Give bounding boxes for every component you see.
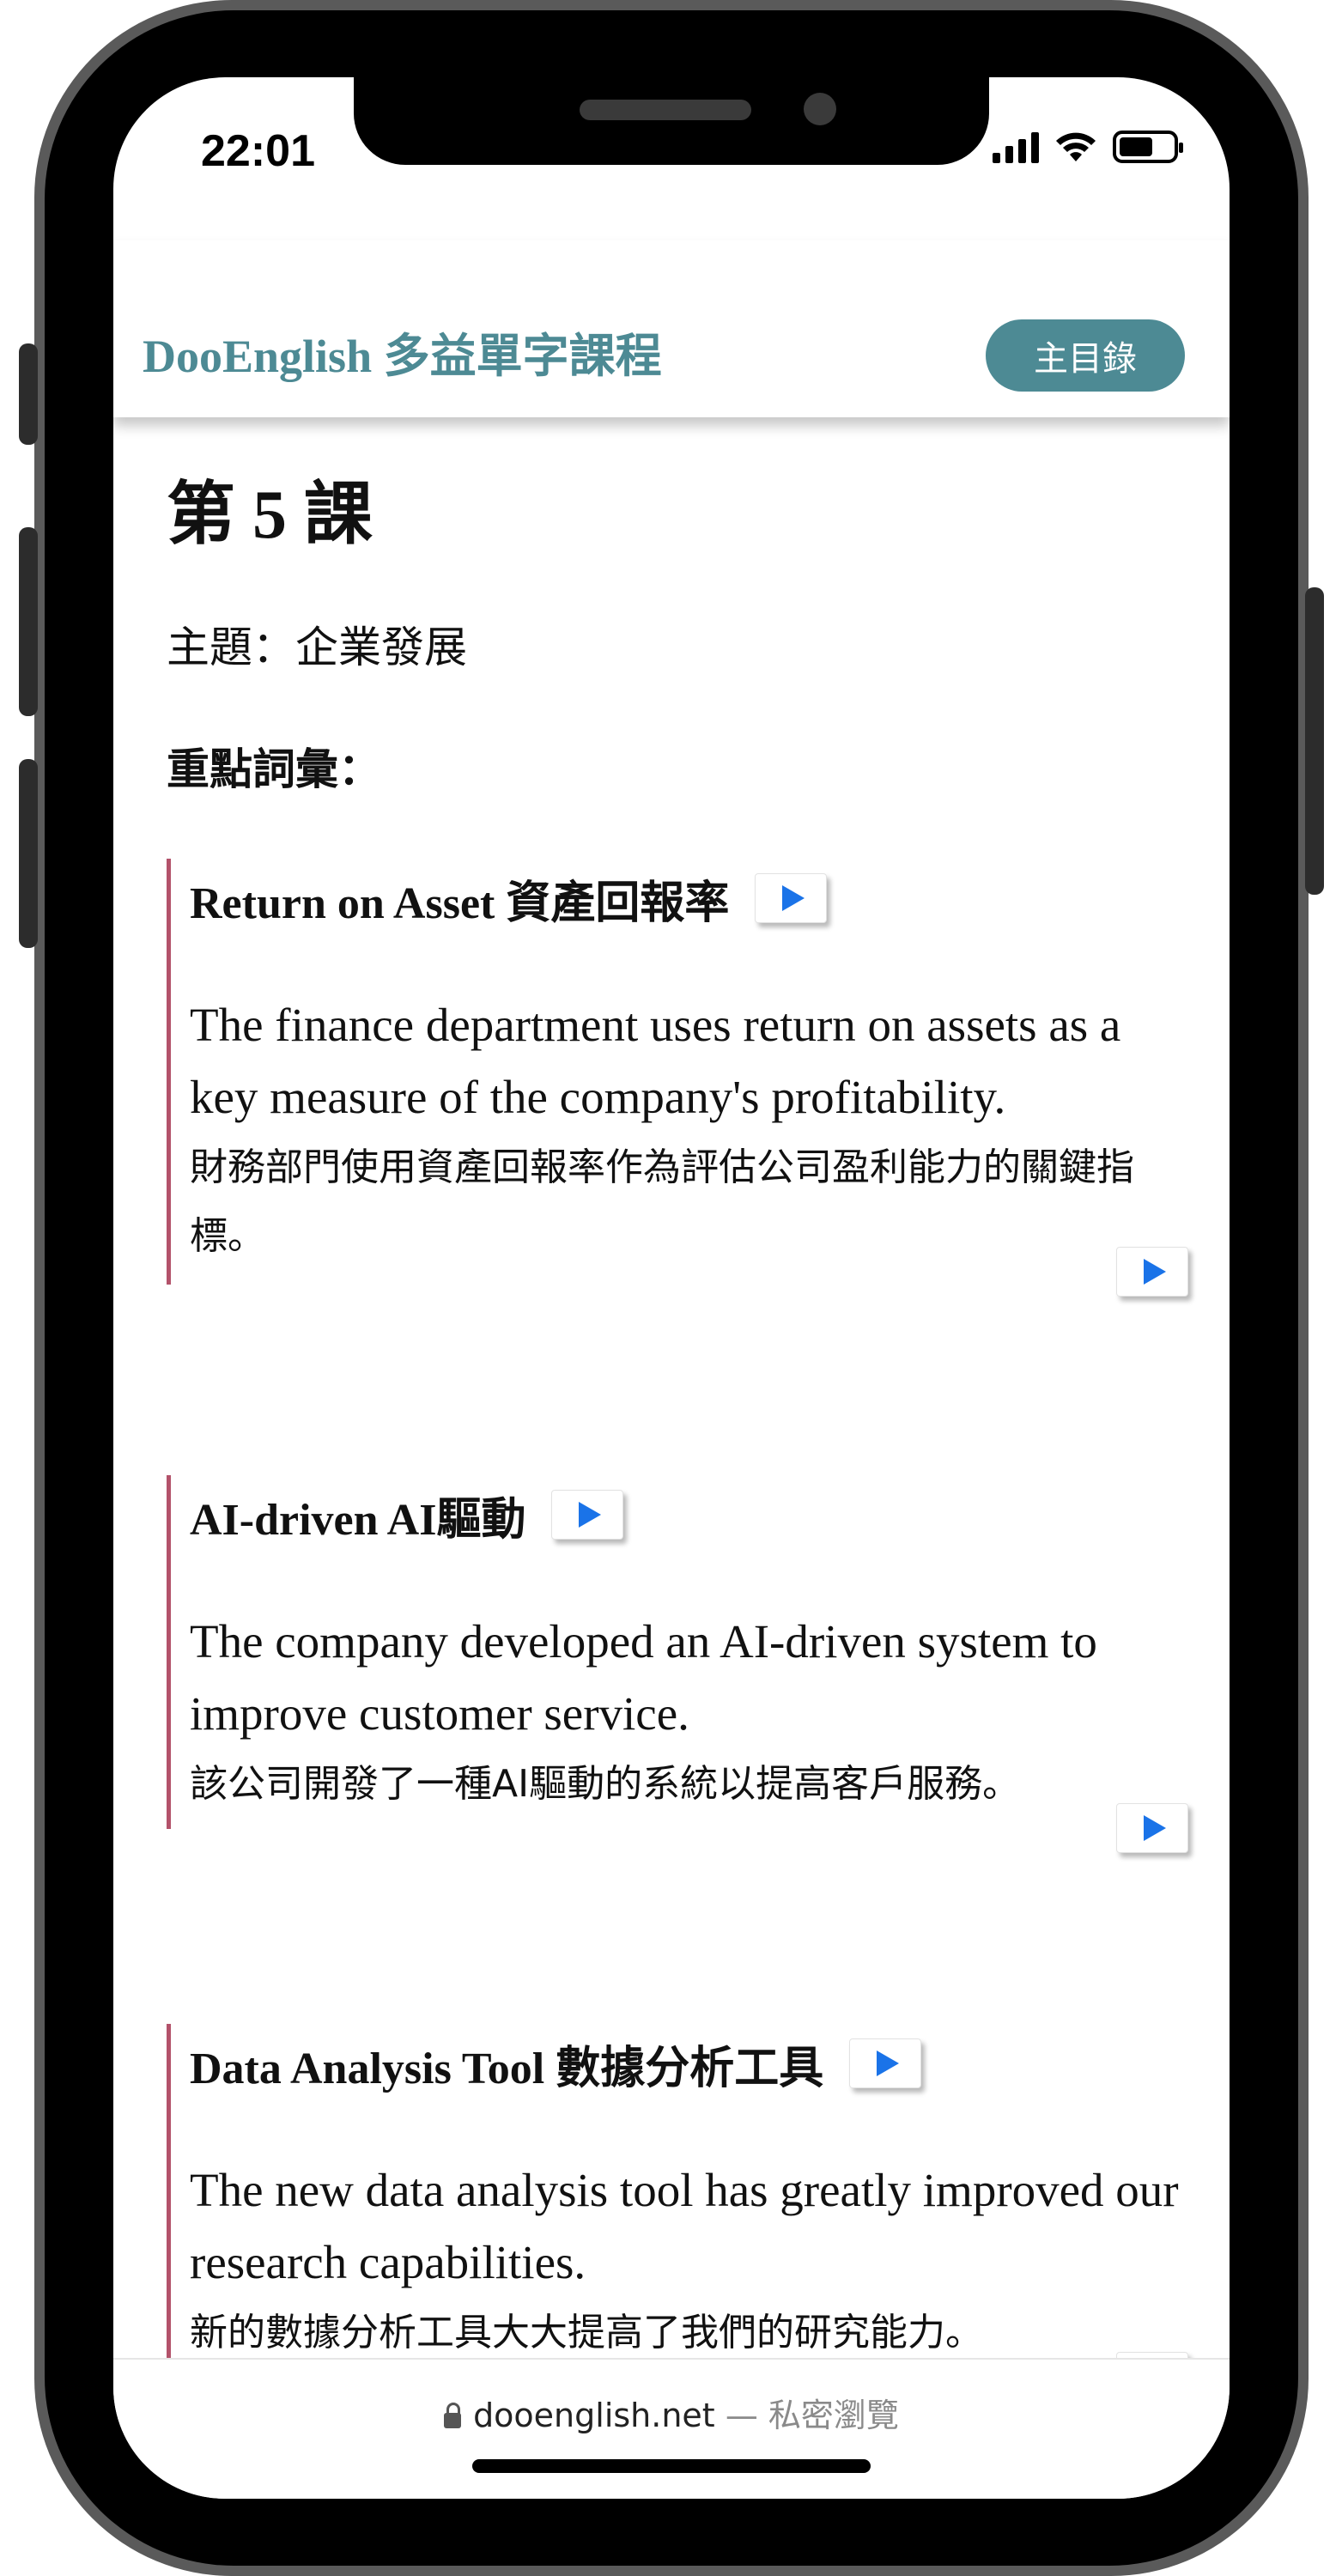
speaker-grille [580, 100, 751, 120]
url-separator: — [725, 2397, 758, 2434]
sentence-play-button[interactable] [1116, 1803, 1188, 1853]
vocab-term-row: Return on Asset 資產回報率 [190, 859, 1188, 938]
vocab-term: Return on Asset 資產回報率 [190, 878, 730, 928]
phone-screen: 22:01 DooEnglish 多益單字課程 主目錄 第 5 課 主題：企業發… [113, 77, 1230, 2499]
play-icon [1144, 1815, 1166, 1841]
example-sentence-en: The finance department uses return on as… [190, 999, 1121, 1123]
term-play-button[interactable] [755, 873, 828, 923]
volume-up-button [19, 527, 38, 716]
vocab-item: AI-driven AI驅動 The company developed an … [167, 1475, 1188, 1853]
vocab-term: AI-driven AI驅動 [190, 1495, 526, 1545]
play-icon [877, 2050, 900, 2076]
status-time: 22:01 [201, 126, 315, 176]
example-sentence-en: The company developed an AI-driven syste… [190, 1615, 1097, 1740]
example-sentence-en: The new data analysis tool has greatly i… [190, 2164, 1179, 2288]
address-bar[interactable]: dooenglish.net — 私密瀏覽 [113, 2389, 1230, 2436]
notch [354, 77, 989, 165]
example-sentence-zh: 財務部門使用資產回報率作為評估公司盈利能力的關鍵指標。 [190, 1145, 1134, 1258]
url-host: dooenglish.net [473, 2397, 715, 2434]
browser-bottom-bar: dooenglish.net — 私密瀏覽 [113, 2358, 1230, 2499]
lesson-topic: 主題：企業發展 [167, 623, 467, 672]
sentence-play-button[interactable] [1116, 1247, 1188, 1297]
term-play-button[interactable] [551, 1490, 624, 1540]
play-icon [1144, 1259, 1166, 1285]
vocab-term-row: Data Analysis Tool 數據分析工具 [190, 2024, 1188, 2103]
play-icon [782, 885, 805, 911]
lesson-title: 第 5 課 [167, 477, 373, 553]
wifi-icon [1056, 132, 1096, 161]
site-header: DooEnglish 多益單字課程 主目錄 [113, 240, 1230, 417]
front-camera [804, 93, 836, 125]
vocab-item: Data Analysis Tool 數據分析工具 The new data a… [167, 2024, 1188, 2402]
key-vocab-label: 重點詞彙： [167, 744, 381, 794]
example-sentence-zh: 該公司開發了一種AI驅動的系統以提高客戶服務。 [190, 1762, 1021, 1806]
signal-icon [993, 132, 1039, 163]
power-button [1305, 587, 1324, 895]
lock-icon [444, 2403, 462, 2428]
silent-switch [19, 343, 38, 445]
battery-icon [1113, 131, 1183, 163]
example-sentence-zh: 新的數據分析工具大大提高了我們的研究能力。 [190, 2311, 983, 2354]
volume-down-button [19, 759, 38, 948]
private-mode-label: 私密瀏覽 [768, 2397, 899, 2434]
status-icons [993, 131, 1183, 163]
main-menu-button[interactable]: 主目錄 [986, 319, 1185, 392]
vocab-term-row: AI-driven AI驅動 [190, 1475, 1188, 1554]
home-indicator[interactable] [472, 2459, 871, 2473]
site-title[interactable]: DooEnglish 多益單字課程 [143, 318, 662, 386]
vocab-item: Return on Asset 資產回報率 The finance depart… [167, 859, 1188, 1297]
vocab-term: Data Analysis Tool 數據分析工具 [190, 2044, 824, 2093]
term-play-button[interactable] [849, 2038, 922, 2088]
play-icon [579, 1502, 602, 1528]
